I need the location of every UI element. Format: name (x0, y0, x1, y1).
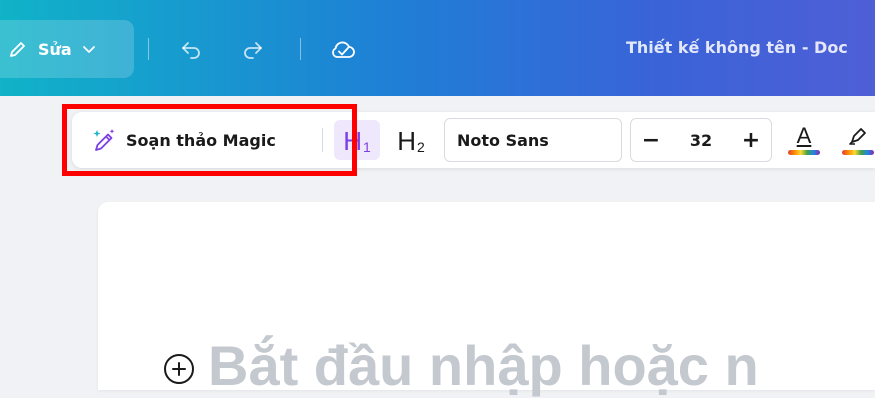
plus-icon (172, 362, 186, 376)
document-title[interactable]: Thiết kế không tên - Doc (626, 38, 848, 57)
undo-icon (182, 42, 200, 59)
toolbar-divider (322, 128, 323, 152)
font-family-select[interactable]: Noto Sans (444, 118, 622, 162)
text-color-letter: A (796, 122, 812, 148)
heading-2-button[interactable]: H2 (390, 120, 432, 160)
highlighter-icon (849, 127, 866, 145)
divider (300, 38, 301, 60)
heading-1-button[interactable]: H1 (334, 120, 380, 160)
redo-button[interactable] (236, 32, 270, 66)
highlight-color-button[interactable] (838, 120, 875, 160)
edit-menu-label: Sửa (38, 39, 72, 59)
redo-icon (244, 42, 262, 59)
cloud-check-icon (332, 41, 355, 58)
magic-pencil-icon (93, 129, 115, 151)
increase-font-size-button[interactable]: + (731, 119, 771, 161)
heading-2-level: 2 (416, 139, 425, 155)
add-block-button[interactable] (164, 354, 194, 384)
top-bar: Sửa Thiết kế không tên - Doc (0, 0, 875, 96)
heading-1-level: 1 (362, 139, 371, 155)
highlight-swatch-bar (842, 149, 874, 155)
editor-placeholder[interactable]: Bắt đầu nhập hoặc n (208, 334, 759, 398)
divider (148, 38, 149, 60)
save-status-button[interactable] (326, 32, 360, 66)
pencil-icon (10, 42, 25, 57)
edit-menu-button[interactable]: Sửa (0, 20, 134, 78)
decrease-font-size-button[interactable]: − (631, 119, 671, 161)
heading-2-letter: H (397, 126, 416, 156)
magic-write-label: Soạn thảo Magic (126, 130, 276, 150)
text-color-button[interactable]: A (784, 120, 824, 160)
font-size-stepper: − 32 + (630, 118, 772, 162)
text-toolbar: Soạn thảo Magic H1 H2 Noto Sans − 32 + A (72, 112, 875, 168)
font-family-value: Noto Sans (457, 130, 549, 150)
undo-button[interactable] (174, 32, 208, 66)
heading-1-letter: H (343, 126, 362, 156)
chevron-down-icon (82, 46, 95, 53)
magic-write-button[interactable]: Soạn thảo Magic (82, 120, 284, 160)
color-swatch-bar (788, 149, 820, 155)
font-size-value[interactable]: 32 (671, 131, 731, 150)
